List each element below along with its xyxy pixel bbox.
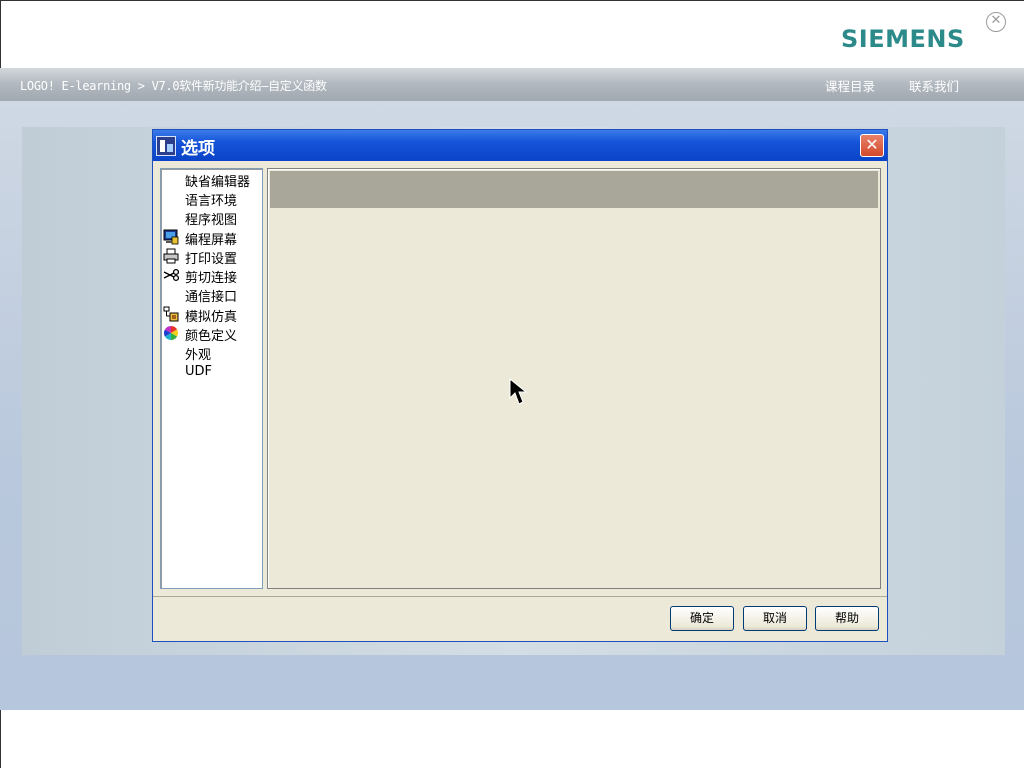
course-catalog-link[interactable]: 课程目录 bbox=[825, 76, 875, 95]
tree-item-simulation[interactable]: 模拟仿真 bbox=[161, 304, 262, 325]
tree-item-comm-interface[interactable]: 通信接口 bbox=[161, 284, 262, 305]
tree-item-language[interactable]: 语言环境 bbox=[161, 188, 262, 209]
content-pane-header bbox=[270, 171, 878, 208]
tree-item-cut-connection[interactable]: 剪切连接 bbox=[161, 265, 262, 286]
simulation-icon bbox=[163, 306, 179, 322]
tree-item-print-settings[interactable]: 打印设置 bbox=[161, 246, 262, 267]
tree-item-default-editor[interactable]: 缺省编辑器 bbox=[161, 169, 262, 190]
top-banner: SIEMENS ✕ bbox=[0, 0, 1024, 68]
options-tree: 缺省编辑器 语言环境 程序视图 编程屏幕 打印设置 剪切连接 通信接口 模拟仿真… bbox=[160, 168, 263, 589]
dialog-title: 选项 bbox=[181, 139, 215, 159]
options-content-pane bbox=[267, 168, 881, 589]
dialog-separator bbox=[153, 596, 887, 597]
scissors-icon bbox=[163, 268, 179, 282]
color-wheel-icon bbox=[164, 326, 178, 340]
circle-x-icon[interactable]: ✕ bbox=[986, 12, 1006, 32]
tree-item-udf[interactable]: UDF bbox=[161, 362, 262, 381]
ok-button[interactable]: 确定 bbox=[670, 606, 734, 631]
monitor-icon bbox=[163, 229, 179, 245]
cancel-button[interactable]: 取消 bbox=[743, 606, 807, 631]
logo-soft-icon bbox=[156, 136, 176, 156]
breadcrumb: LOGO! E-learning > V7.0软件新功能介绍—自定义函数 bbox=[20, 79, 327, 93]
tree-item-editing-screen[interactable]: 编程屏幕 bbox=[161, 227, 262, 248]
dialog-close-button[interactable]: ✕ bbox=[860, 134, 884, 157]
siemens-logo: SIEMENS bbox=[841, 25, 965, 53]
contact-us-link[interactable]: 联系我们 bbox=[909, 76, 959, 95]
dialog-titlebar[interactable]: 选项 ✕ bbox=[153, 130, 887, 161]
tree-item-color-definition[interactable]: 颜色定义 bbox=[161, 323, 262, 344]
tree-item-appearance[interactable]: 外观 bbox=[161, 342, 262, 363]
bottom-area bbox=[0, 710, 1024, 768]
tree-item-program-view[interactable]: 程序视图 bbox=[161, 207, 262, 228]
help-button[interactable]: 帮助 bbox=[815, 606, 879, 631]
nav-bar: LOGO! E-learning > V7.0软件新功能介绍—自定义函数 课程目… bbox=[0, 68, 1024, 101]
mouse-cursor-icon bbox=[509, 378, 528, 405]
printer-icon bbox=[163, 248, 179, 264]
